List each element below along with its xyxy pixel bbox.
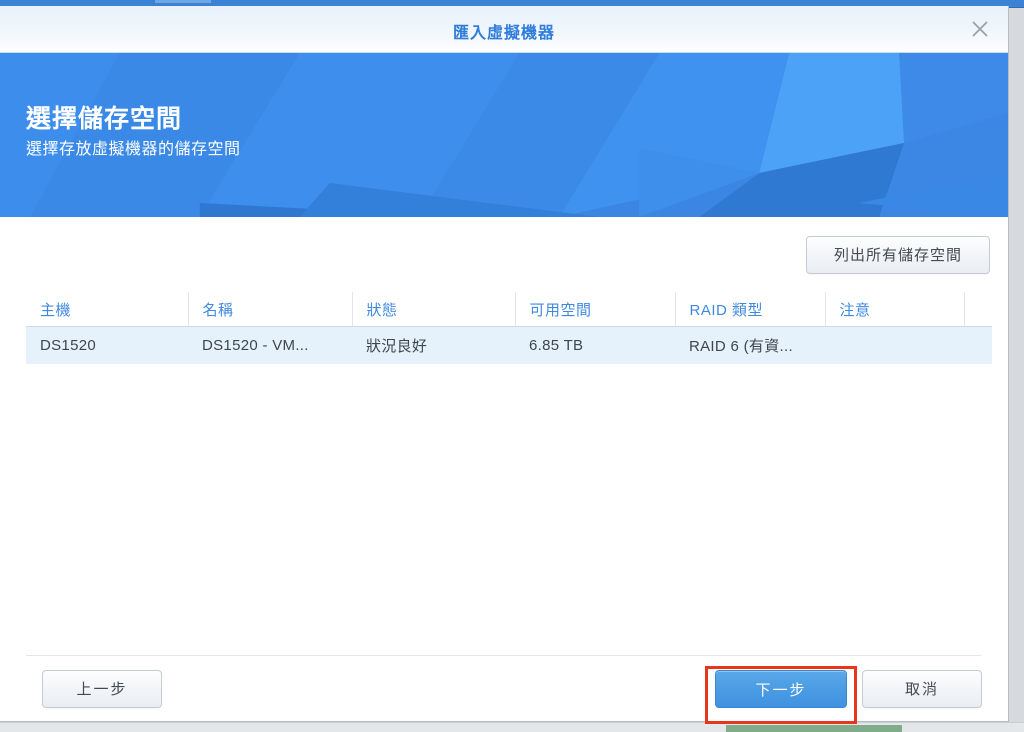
cancel-button[interactable]: 取消 xyxy=(862,670,982,708)
close-icon[interactable] xyxy=(962,12,998,46)
column-header-free-space[interactable]: 可用空間 xyxy=(515,292,676,327)
toolbar: 列出所有儲存空間 xyxy=(806,236,990,274)
desktop-bottom-strip-accent xyxy=(726,725,902,732)
cell-free-space: 6.85 TB xyxy=(515,326,675,364)
next-button[interactable]: 下一步 xyxy=(715,670,847,708)
cell-host: DS1520 xyxy=(26,326,188,364)
dialog-titlebar: 匯入虛擬機器 xyxy=(0,6,1008,53)
storage-table-body: DS1520 DS1520 - VM... 狀況良好 6.85 TB RAID … xyxy=(26,326,992,364)
list-all-storage-button[interactable]: 列出所有儲存空間 xyxy=(806,236,990,274)
column-header-spacer xyxy=(964,292,992,327)
dialog-footer: 上一步 下一步 取消 xyxy=(0,655,1008,721)
dialog-title: 匯入虛擬機器 xyxy=(452,25,555,42)
storage-table-container: 主機 名稱 狀態 可用空間 RAID 類型 注意 DS1520 DS1520 -… xyxy=(26,292,992,364)
dialog-hero-banner: 選擇儲存空間 選擇存放虛擬機器的儲存空間 xyxy=(0,53,1008,217)
page-title: 選擇儲存空間 xyxy=(26,105,183,133)
desktop-bottom-strip xyxy=(0,722,1024,732)
cell-spacer xyxy=(964,326,992,364)
banner-text-block: 選擇儲存空間 選擇存放虛擬機器的儲存空間 xyxy=(26,105,241,159)
footer-divider xyxy=(26,655,981,656)
column-header-raid-type[interactable]: RAID 類型 xyxy=(675,292,826,327)
cell-note xyxy=(825,326,964,364)
column-header-name[interactable]: 名稱 xyxy=(188,292,353,327)
cell-raid-type: RAID 6 (有資... xyxy=(675,326,825,364)
dialog-content: 列出所有儲存空間 主機 名稱 狀態 可用空間 RAID 類型 注意 DS1520… xyxy=(0,217,1008,657)
cell-name: DS1520 - VM... xyxy=(188,326,352,364)
table-row[interactable]: DS1520 DS1520 - VM... 狀況良好 6.85 TB RAID … xyxy=(26,326,992,364)
cell-status: 狀況良好 xyxy=(352,326,515,364)
storage-table-head: 主機 名稱 狀態 可用空間 RAID 類型 注意 xyxy=(26,292,992,327)
column-header-note[interactable]: 注意 xyxy=(825,292,965,327)
column-header-status[interactable]: 狀態 xyxy=(352,292,516,327)
table-header-row: 主機 名稱 狀態 可用空間 RAID 類型 注意 xyxy=(26,292,992,327)
storage-table: 主機 名稱 狀態 可用空間 RAID 類型 注意 DS1520 DS1520 -… xyxy=(26,292,992,364)
page-subtitle: 選擇存放虛擬機器的儲存空間 xyxy=(26,140,241,158)
back-button[interactable]: 上一步 xyxy=(42,670,162,708)
import-vm-dialog: 匯入虛擬機器 選擇儲存空間 選擇存放虛擬機器的儲存空間 列出所有儲存空間 主機 … xyxy=(0,6,1009,722)
column-header-host[interactable]: 主機 xyxy=(26,292,189,327)
app-top-bar-notch xyxy=(155,0,211,3)
desktop-background: 匯入虛擬機器 選擇儲存空間 選擇存放虛擬機器的儲存空間 列出所有儲存空間 主機 … xyxy=(0,0,1024,732)
